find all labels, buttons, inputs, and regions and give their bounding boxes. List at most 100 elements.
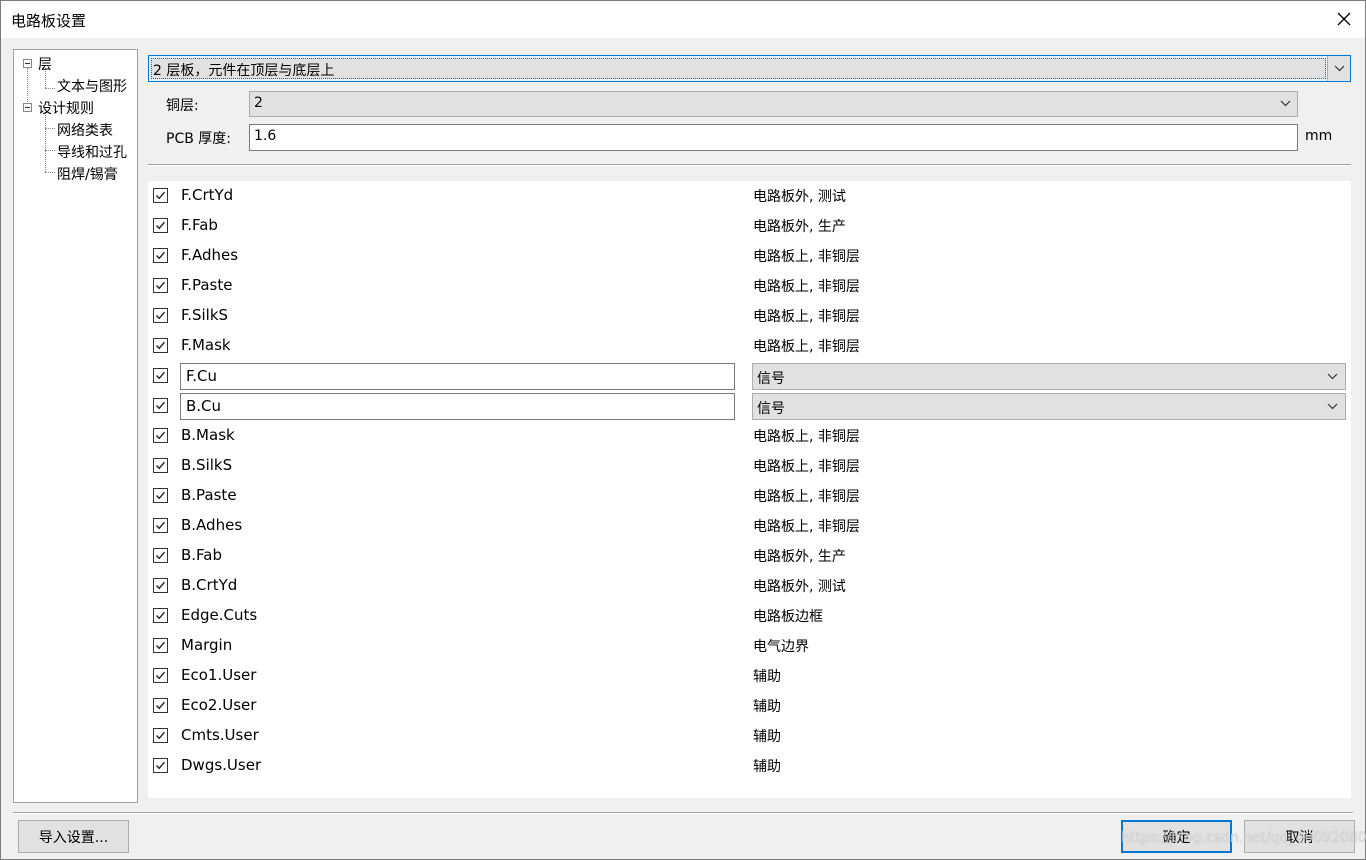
checkmark-icon [155,671,166,680]
layer-row: B.Mask 电路板上, 非铜层 [148,421,1351,451]
checkmark-icon [155,521,166,530]
layer-row: F.CrtYd 电路板外, 测试 [148,181,1351,211]
layer-name: F.CrtYd [181,186,234,204]
tree-item-mask-paste[interactable]: 阻焊/锡膏 [57,164,118,184]
layer-name: B.SilkS [181,456,233,474]
layer-enable-checkbox[interactable] [153,368,168,383]
layer-enable-checkbox[interactable] [153,608,168,623]
checkmark-icon [155,731,166,740]
layer-name: B.CrtYd [181,576,238,594]
title-bar: 电路板设置 [1,1,1365,38]
layer-enable-checkbox[interactable] [153,758,168,773]
layer-name: B.Mask [181,426,235,444]
layer-enable-checkbox[interactable] [153,428,168,443]
tree-item-layers[interactable]: 层 [38,54,52,74]
layer-row: F.Mask 电路板上, 非铜层 [148,331,1351,361]
thickness-input[interactable]: 1.6 [249,124,1298,151]
layer-name: Edge.Cuts [181,606,258,624]
layer-enable-checkbox[interactable] [153,578,168,593]
layer-row: B.Paste 电路板上, 非铜层 [148,481,1351,511]
layer-list: F.CrtYd 电路板外, 测试 F.Fab 电路板外, 生产 F.Adhes 电路板上,… [148,181,1351,798]
layer-enable-checkbox[interactable] [153,278,168,293]
checkmark-icon [155,401,166,410]
dropdown-button[interactable] [1327,56,1350,81]
layer-row: Margin 电气边界 [148,631,1351,661]
layer-name: Eco2.User [181,696,257,714]
checkmark-icon [155,581,166,590]
layer-enable-checkbox[interactable] [153,308,168,323]
layer-type: 电路板上, 非铜层 [753,309,860,325]
layer-enable-checkbox[interactable] [153,668,168,683]
close-button[interactable] [1331,6,1357,32]
layer-row: Eco2.User 辅助 [148,691,1351,721]
tree-item-text-graphics[interactable]: 文本与图形 [57,76,127,96]
layer-type: 信号 [757,371,785,387]
tree-item-design-rules[interactable]: 设计规则 [38,98,94,118]
layer-type-select[interactable]: 信号 [752,393,1346,420]
layer-name: Eco1.User [181,666,257,684]
layer-enable-checkbox[interactable] [153,218,168,233]
layer-enable-checkbox[interactable] [153,728,168,743]
layer-enable-checkbox[interactable] [153,248,168,263]
checkmark-icon [155,191,166,200]
close-icon [1337,12,1351,26]
tree-item-tracks-vias[interactable]: 导线和过孔 [57,142,127,162]
settings-tree: 层 文本与图形 设计规则 网络类表 导线和过孔 阻焊/锡膏 [13,49,138,803]
layer-type: 电路板上, 非铜层 [753,489,860,505]
layer-enable-checkbox[interactable] [153,518,168,533]
layer-enable-checkbox[interactable] [153,638,168,653]
checkmark-icon [155,611,166,620]
layer-type: 电气边界 [753,639,809,655]
layer-name: F.Mask [181,336,231,354]
layer-name-input[interactable]: F.Cu [180,363,735,390]
copper-layers-select[interactable]: 2 [249,91,1298,117]
board-preset-value: 2 层板，元件在顶层与底层上 [153,63,335,79]
layer-name: Cmts.User [181,726,259,744]
layer-name: B.Adhes [181,516,243,534]
layer-row: Cmts.User 辅助 [148,721,1351,751]
cancel-button[interactable]: 取消 [1244,820,1355,853]
layer-name: Dwgs.User [181,756,262,774]
tree-collapse-toggle[interactable] [23,103,32,112]
checkmark-icon [155,371,166,380]
thickness-label: PCB 厚度: [166,131,231,147]
layer-enable-checkbox[interactable] [153,458,168,473]
layer-name-input[interactable]: B.Cu [180,393,735,420]
layer-enable-checkbox[interactable] [153,398,168,413]
layer-enable-checkbox[interactable] [153,188,168,203]
tree-connector [45,172,55,173]
layer-name: B.Paste [181,486,237,504]
layer-name: Margin [181,636,233,654]
tree-collapse-toggle[interactable] [23,59,32,68]
layer-row: B.CrtYd 电路板外, 测试 [148,571,1351,601]
layer-row: B.Cu 信号 [148,391,1351,421]
layer-row: B.SilkS 电路板上, 非铜层 [148,451,1351,481]
layer-row: Edge.Cuts 电路板边框 [148,601,1351,631]
layer-enable-checkbox[interactable] [153,698,168,713]
chevron-down-icon [1334,65,1345,72]
layer-enable-checkbox[interactable] [153,488,168,503]
tree-item-net-classes[interactable]: 网络类表 [57,120,113,140]
thickness-unit: mm [1305,128,1333,144]
layer-type: 电路板上, 非铜层 [753,279,860,295]
layer-type: 电路板外, 测试 [753,579,846,595]
thickness-value: 1.6 [254,128,277,144]
tree-connector [27,68,28,106]
layer-type: 电路板上, 非铜层 [753,459,860,475]
checkmark-icon [155,761,166,770]
import-settings-button[interactable]: 导入设置... [18,820,129,853]
checkmark-icon [155,491,166,500]
layer-row: B.Fab 电路板外, 生产 [148,541,1351,571]
layer-name: F.Fab [181,216,218,234]
layer-enable-checkbox[interactable] [153,548,168,563]
layer-name: F.Paste [181,276,233,294]
layer-type: 信号 [757,401,785,417]
layer-enable-checkbox[interactable] [153,338,168,353]
board-preset-select[interactable]: 2 层板，元件在顶层与底层上 [148,55,1351,82]
layer-type: 电路板外, 生产 [753,219,846,235]
layer-type: 电路板边框 [753,609,823,625]
layer-name: F.Adhes [181,246,239,264]
ok-button[interactable]: 确定 [1121,820,1232,853]
layer-type-select[interactable]: 信号 [752,363,1346,390]
tree-connector [45,150,55,151]
